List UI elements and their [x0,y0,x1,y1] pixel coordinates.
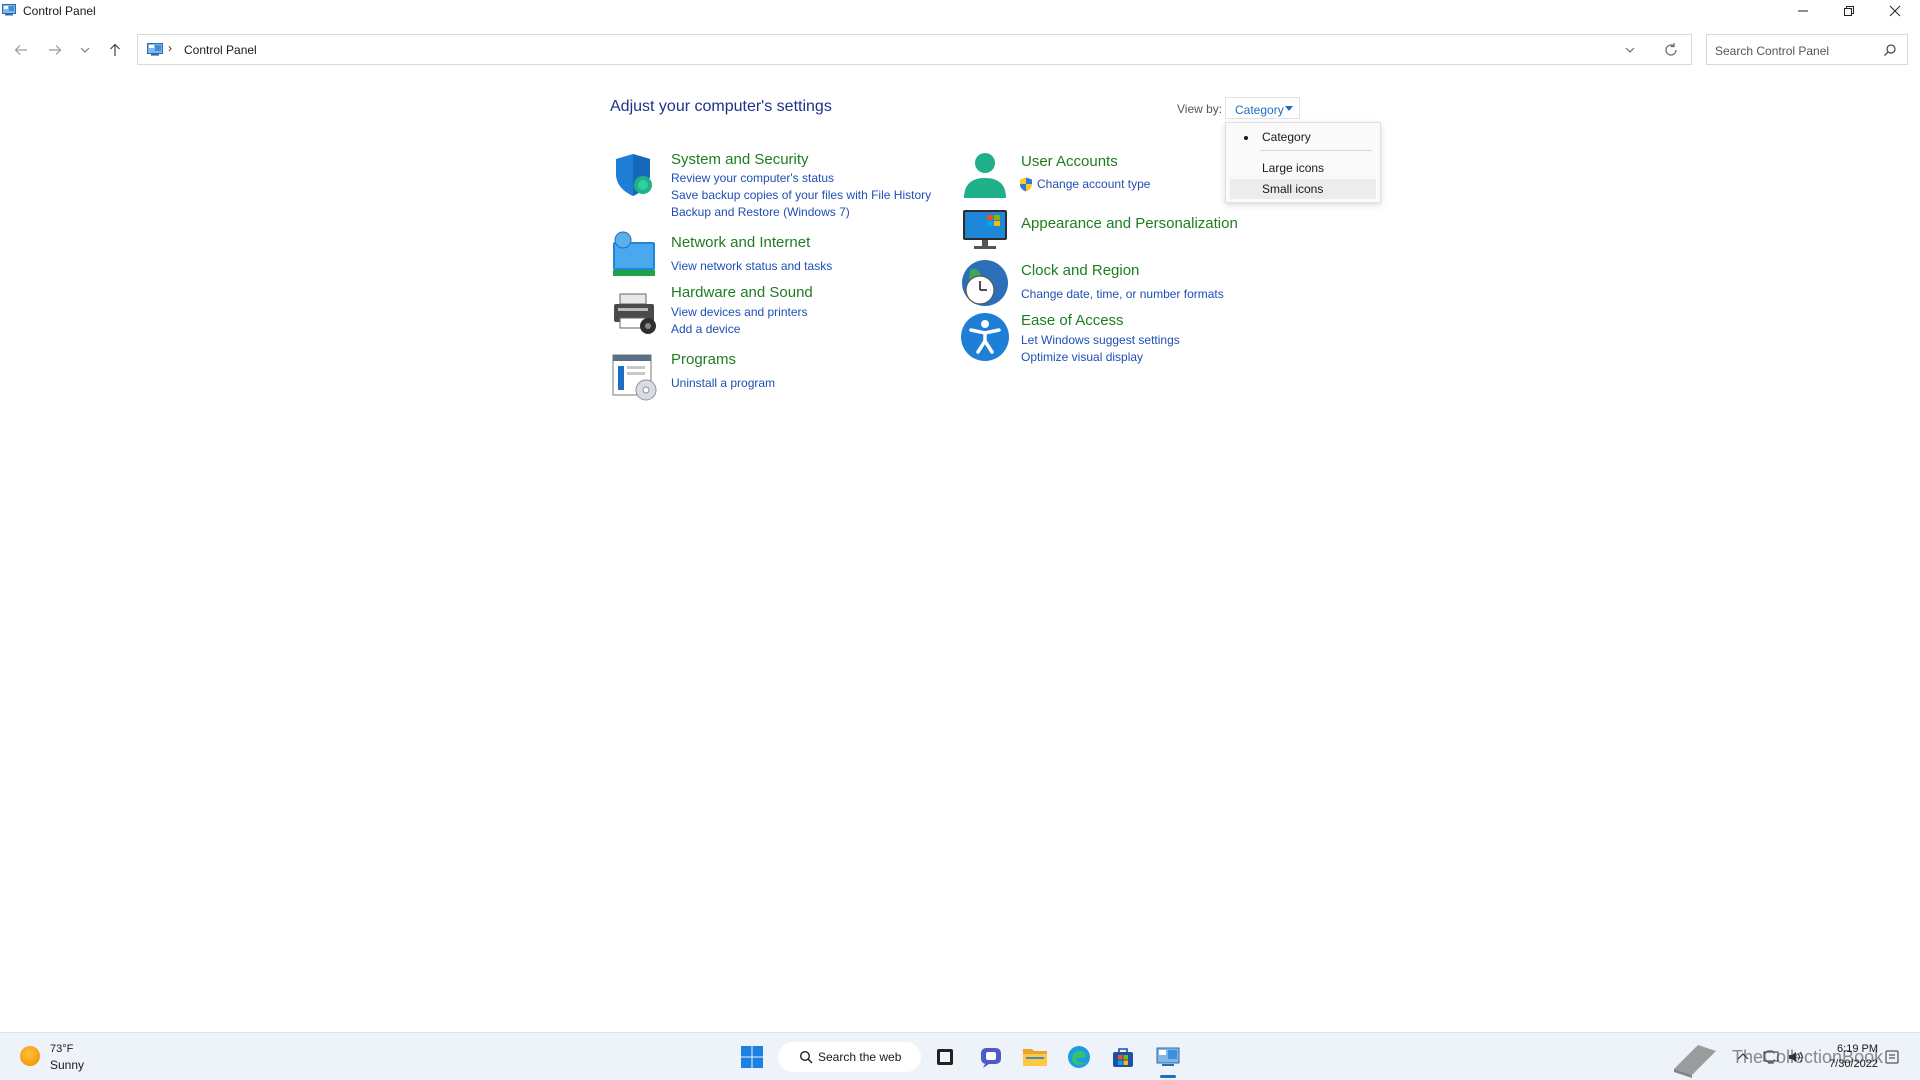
minimize-icon [1798,10,1808,12]
restore-icon [1844,6,1854,16]
link-network-status[interactable]: View network status and tasks [671,259,832,273]
link-backup-restore[interactable]: Backup and Restore (Windows 7) [671,205,850,219]
close-button[interactable] [1872,0,1918,22]
view-by-value[interactable]: Category [1235,103,1284,117]
link-suggest-settings[interactable]: Let Windows suggest settings [1021,333,1180,347]
category-network-and-internet[interactable]: Network and Internet [671,234,810,251]
clock-time[interactable]: 6:19 PM [1837,1043,1878,1055]
store-icon [1113,1048,1133,1067]
task-view-button[interactable] [929,1041,961,1073]
programs-icon[interactable] [610,352,660,402]
link-change-account-type[interactable]: Change account type [1037,177,1150,191]
start-button[interactable] [736,1041,768,1073]
address-bar[interactable]: › Control Panel [137,34,1692,65]
breadcrumb-control-panel[interactable]: Control Panel [184,43,257,57]
view-by-menu: Category Large icons Small icons [1225,122,1381,203]
shield-icon[interactable] [610,150,660,200]
uac-shield-icon [1020,177,1032,192]
minimize-button[interactable] [1780,0,1826,22]
chevron-down-icon[interactable] [1623,43,1637,57]
link-optimize-visual-display[interactable]: Optimize visual display [1021,350,1143,364]
search-icon [799,1050,813,1064]
forward-button[interactable] [42,38,68,62]
arrow-up-icon [110,43,120,56]
selected-bullet-icon [1244,136,1248,140]
clock-globe-icon[interactable] [960,258,1010,308]
category-hardware-and-sound[interactable]: Hardware and Sound [671,284,813,301]
network-tray-icon[interactable] [1763,1050,1779,1064]
control-panel-icon [147,43,163,56]
menu-item-label: Category [1262,130,1311,144]
accessibility-icon[interactable] [960,312,1010,362]
title-bar: Control Panel [0,0,1920,22]
teams-chat-button[interactable] [975,1041,1007,1073]
search-box[interactable] [1706,34,1908,65]
taskbar-search[interactable]: Search the web [778,1042,921,1072]
control-panel-taskbar-button[interactable] [1152,1041,1184,1073]
window-title: Control Panel [23,4,96,18]
category-ease-of-access[interactable]: Ease of Access [1021,312,1124,329]
category-clock-and-region[interactable]: Clock and Region [1021,262,1139,279]
sun-icon[interactable] [20,1046,40,1066]
network-icon[interactable] [610,230,660,280]
arrow-right-icon [49,45,62,55]
category-programs[interactable]: Programs [671,351,736,368]
task-view-icon [937,1049,953,1065]
monitor-icon[interactable] [960,204,1010,254]
search-icon[interactable] [1883,43,1897,57]
user-icon[interactable] [960,150,1010,200]
edge-button[interactable] [1063,1041,1095,1073]
link-file-history[interactable]: Save backup copies of your files with Fi… [671,188,931,202]
menu-item-label: Large icons [1262,161,1325,175]
restore-button[interactable] [1826,0,1872,22]
page-title: Adjust your computer's settings [610,98,832,115]
file-explorer-button[interactable] [1019,1041,1051,1073]
chat-icon [981,1048,1001,1068]
category-appearance-and-personalization[interactable]: Appearance and Personalization [1021,215,1238,232]
link-date-time-formats[interactable]: Change date, time, or number formats [1021,287,1224,301]
refresh-icon[interactable] [1663,42,1679,58]
control-panel-icon [1156,1047,1180,1066]
chevron-down-icon [80,47,90,53]
up-button[interactable] [102,38,128,62]
close-icon [1889,5,1901,17]
category-system-and-security[interactable]: System and Security [671,151,809,168]
link-uninstall-program[interactable]: Uninstall a program [671,376,775,390]
windows-logo-icon [741,1046,763,1068]
folder-icon [1023,1049,1047,1066]
edge-icon [1068,1046,1090,1068]
link-devices-printers[interactable]: View devices and printers [671,305,808,319]
active-app-indicator [1160,1075,1176,1078]
search-input[interactable] [1713,41,1877,61]
caret-down-icon [1285,106,1293,111]
control-panel-icon [2,4,16,16]
menu-item-large-icons[interactable]: Large icons [1230,158,1376,178]
category-user-accounts[interactable]: User Accounts [1021,153,1118,170]
menu-divider [1260,150,1372,151]
link-review-status[interactable]: Review your computer's status [671,171,834,185]
weather-temperature[interactable]: 73°F [50,1043,73,1055]
speaker-icon[interactable] [1788,1050,1804,1064]
weather-condition[interactable]: Sunny [50,1058,84,1072]
link-add-device[interactable]: Add a device [671,322,740,336]
clock-date[interactable]: 7/30/2022 [1829,1058,1878,1070]
printer-icon[interactable] [610,288,660,338]
menu-item-category[interactable]: Category [1230,127,1376,147]
view-by-label: View by: [1177,102,1223,116]
view-by-dropdown[interactable]: Category [1225,97,1300,119]
taskbar: 73°F Sunny Search the web TheCollectionB… [0,1032,1920,1080]
recent-locations-button[interactable] [72,38,98,62]
notification-icon[interactable] [1884,1050,1900,1064]
breadcrumb-separator[interactable]: › [168,41,172,55]
book-watermark-icon [1674,1045,1716,1078]
arrow-left-icon [14,45,27,55]
menu-item-small-icons[interactable]: Small icons [1230,179,1376,199]
taskbar-search-label: Search the web [818,1050,902,1064]
menu-item-label: Small icons [1262,182,1324,196]
back-button[interactable] [8,38,34,62]
store-button[interactable] [1107,1041,1139,1073]
chevron-up-icon[interactable] [1735,1050,1751,1064]
